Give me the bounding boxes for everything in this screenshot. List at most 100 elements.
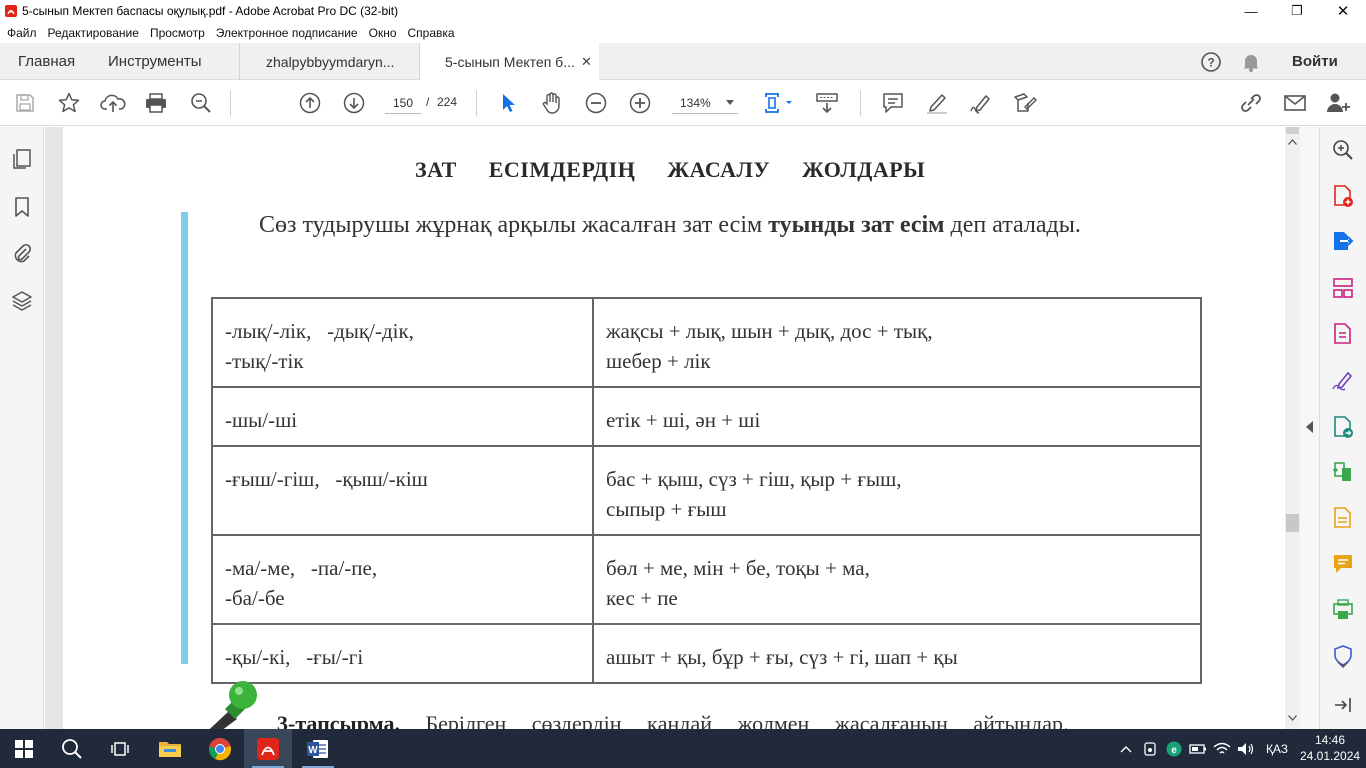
share-link-icon[interactable] [1236,88,1266,118]
menu-view[interactable]: Просмотр [150,26,205,40]
comment-icon[interactable] [878,88,908,118]
collapse-right-pane-arrow-icon[interactable] [1306,421,1314,433]
notifications-bell-icon[interactable] [1240,43,1262,80]
highlight-pen-icon[interactable] [922,88,952,118]
clock-date: 24.01.2024 [1300,749,1361,763]
upload-cloud-icon[interactable] [98,88,128,118]
scan-ocr-icon[interactable] [1330,505,1356,531]
tab-home[interactable]: Главная [18,43,75,80]
zoom-in-icon[interactable] [625,88,655,118]
scroll-mode-icon[interactable] [812,88,842,118]
scroll-down-arrow-icon[interactable] [1288,715,1297,721]
menu-esign[interactable]: Электронное подписание [216,26,358,40]
layers-icon[interactable] [10,289,34,313]
example-cell: бөл + ме, мін + бе, тоқы + ма, кес + пе [592,534,1202,625]
scrollbar-thumb[interactable] [1286,514,1299,532]
send-for-review-icon[interactable] [1330,414,1356,440]
example-cell: етік + ші, ән + ші [592,386,1202,447]
sign-in-button[interactable]: Войти [1292,43,1338,80]
tab-document-active[interactable]: 5-сынып Мектеп б... ✕ [419,43,599,80]
draw-sign-icon[interactable] [966,88,996,118]
suffix-cell: -ғыш/-гіш, -қыш/-кіш [211,445,594,536]
windows-start-icon[interactable] [0,729,48,768]
pdf-page: ЗАТ ЕСІМДЕРДІҢ ЖАСАЛУ ЖОЛДАРЫ Сөз тудыру… [63,127,1285,729]
compare-files-icon[interactable] [1330,459,1356,485]
minimize-button[interactable]: — [1228,0,1274,22]
email-icon[interactable] [1280,88,1310,118]
svg-text:W: W [308,745,318,756]
menu-window[interactable]: Окно [369,26,397,40]
acrobat-taskbar-icon[interactable] [244,729,292,768]
comment-tool-icon[interactable] [1330,551,1356,577]
collapse-tools-panel-icon[interactable] [1330,692,1356,718]
print-icon[interactable] [141,88,171,118]
suffix-line: -шы/-ші [225,408,298,432]
hand-tool-icon[interactable] [537,88,567,118]
zoom-out-icon[interactable] [581,88,611,118]
show-hidden-icons-chevron-icon[interactable] [1116,729,1136,768]
suffix-cell: -ма/-ме, -па/-пе, -ба/-бе [211,534,594,625]
tab-tools[interactable]: Инструменты [108,43,202,80]
edit-pdf-icon[interactable] [1330,321,1356,347]
more-tools-chevron-icon[interactable] [1337,661,1349,669]
bookmark-star-icon[interactable] [54,88,84,118]
left-navigation-pane [0,127,57,729]
network-wifi-icon[interactable] [1211,729,1233,768]
fill-and-sign-tool-icon[interactable] [1330,367,1356,393]
example-line: ашыт + қы, бұр + ғы, сүз + гі, шап + қы [606,645,958,669]
search-tool-icon[interactable] [1330,137,1356,163]
menu-file[interactable]: Файл [7,26,37,40]
tray-app-e-icon[interactable]: e [1164,729,1184,768]
close-window-button[interactable]: ✕ [1320,0,1366,22]
help-icon[interactable]: ? [1199,43,1223,80]
next-page-icon[interactable] [339,88,369,118]
search-icon[interactable] [48,729,96,768]
suffix-line: -ма/-ме, -па/-пе, [225,556,378,580]
table-row: -ма/-ме, -па/-пе, -ба/-бе бөл + ме, мін + … [211,534,1202,625]
zoom-select[interactable]: 134% [672,92,738,114]
example-line: бас + қыш, сүз + гіш, қыр + ғыш, [606,467,902,491]
menu-help[interactable]: Справка [408,26,455,40]
scroll-up-arrow-icon[interactable] [1288,139,1297,145]
battery-icon[interactable] [1187,729,1209,768]
add-user-icon[interactable] [1323,88,1353,118]
document-viewport[interactable]: ЗАТ ЕСІМДЕРДІҢ ЖАСАЛУ ЖОЛДАРЫ Сөз тудыру… [45,127,1285,729]
file-explorer-icon[interactable] [146,729,194,768]
fill-sign-icon[interactable] [1010,88,1040,118]
maximize-button[interactable]: ❐ [1274,0,1320,22]
title-bar: 5-сынып Мектеп баспасы оқулық.pdf - Adob… [0,0,1366,22]
example-cell: бас + қыш, сүз + гіш, қыр + ғыш, сыпыр + … [592,445,1202,536]
select-cursor-icon[interactable] [493,88,523,118]
export-pdf-icon[interactable] [1330,228,1356,254]
task-view-icon[interactable] [96,729,144,768]
tray-device-icon[interactable] [1140,729,1160,768]
create-pdf-icon[interactable] [1330,183,1356,209]
bookmarks-icon[interactable] [10,195,34,219]
previous-page-icon[interactable] [295,88,325,118]
scroll-top-marker [1286,127,1299,134]
tab-document-zhalpy[interactable]: zhalpybbyymdaryn... [239,43,419,80]
close-tab-icon[interactable]: ✕ [581,54,592,70]
system-clock[interactable]: 14:46 24.01.2024 [1300,732,1360,764]
suffix-line: -ғыш/-гіш, -қыш/-кіш [225,467,428,491]
organize-pages-icon[interactable] [1330,275,1356,301]
input-language-indicator[interactable]: ҚАЗ [1262,729,1292,768]
zoom-search-icon[interactable] [186,88,216,118]
window-title: 5-сынып Мектеп баспасы оқулық.pdf - Adob… [22,4,399,18]
toolbar-divider [230,90,231,116]
attachments-icon[interactable] [10,241,34,265]
word-taskbar-icon[interactable]: W [294,729,342,768]
page-number-input[interactable]: 150 [385,92,421,114]
print-production-icon[interactable] [1330,597,1356,623]
menu-edit[interactable]: Редактирование [48,26,139,40]
vertical-scrollbar[interactable] [1285,127,1300,729]
page-fit-icon[interactable] [760,88,796,118]
decorative-blue-bar [181,212,188,664]
suffix-line: -тық/-тік [225,349,304,373]
definition-paragraph: Сөз тудырушы жұрнақ арқылы жасалған зат … [211,207,1201,243]
volume-speaker-icon[interactable] [1235,729,1257,768]
chrome-browser-icon[interactable] [196,729,244,768]
table-row: -шы/-ші етік + ші, ән + ші [211,386,1202,447]
page-thumbnails-icon[interactable] [10,147,34,171]
save-icon[interactable] [10,88,40,118]
